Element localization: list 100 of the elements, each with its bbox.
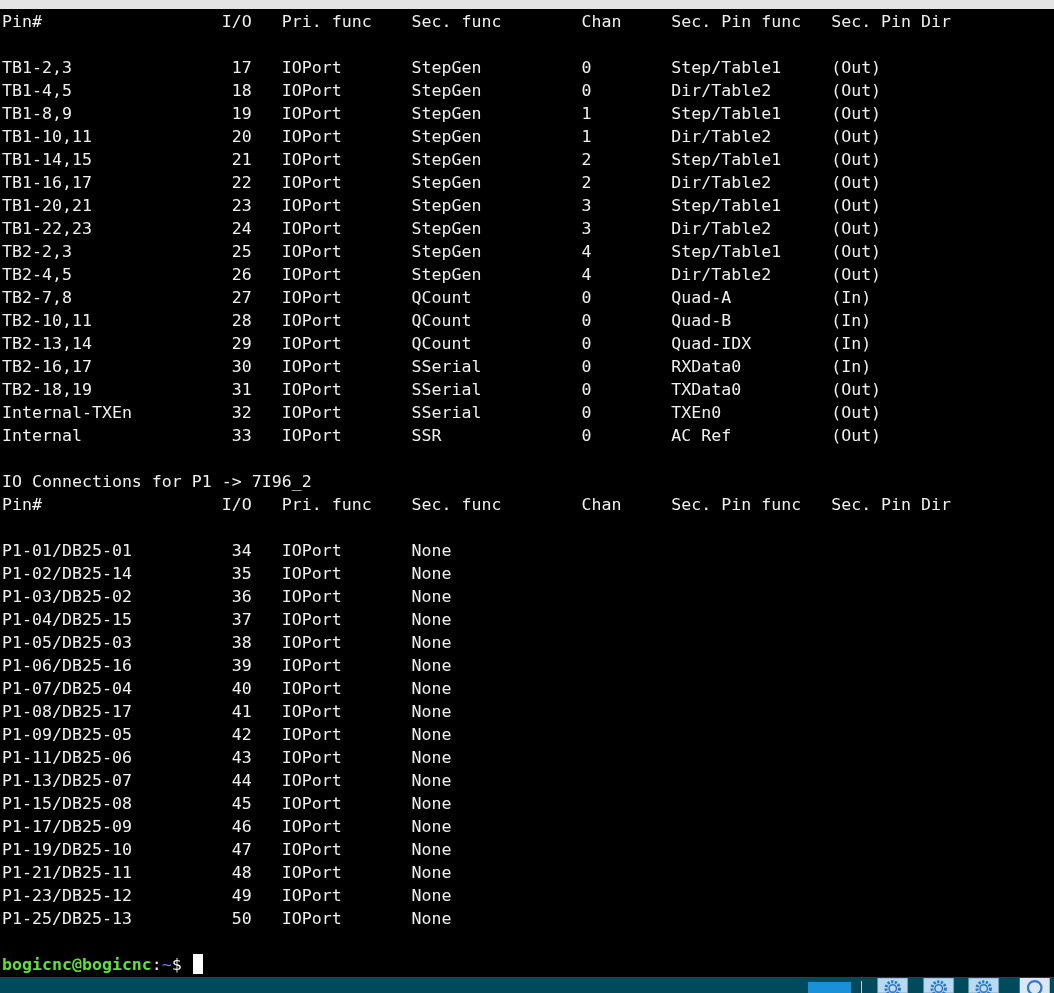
table-cell: None (411, 863, 452, 882)
table-cell: P1-17/DB25-09 (2, 817, 132, 836)
column-header: Sec. func (411, 12, 502, 31)
table-cell: IOPort (281, 771, 342, 790)
table-cell: Step/Table1 (671, 242, 782, 261)
table-cell: 27 (231, 288, 252, 307)
table-cell: 29 (231, 334, 252, 353)
table-cell: None (411, 633, 452, 652)
table-cell: Step/Table1 (671, 150, 782, 169)
table-cell: TB2-18,19 (2, 380, 92, 399)
table-cell: SSerial (411, 380, 482, 399)
table-cell: SSerial (411, 357, 482, 376)
table-cell: 35 (231, 564, 252, 583)
table-cell: IOPort (281, 656, 342, 675)
table-cell: 0 (581, 334, 592, 353)
table-cell: SSR (411, 426, 442, 445)
column-header: Pri. func (281, 495, 372, 514)
table-cell: 0 (581, 380, 592, 399)
table-cell: TB2-4,5 (2, 265, 72, 284)
table-cell: P1-25/DB25-13 (2, 909, 132, 928)
table-cell: (Out) (831, 426, 882, 445)
section-title: IO Connections for P1 -> 7I96_2 (2, 471, 312, 493)
table-cell: (In) (831, 311, 872, 330)
table-cell: IOPort (281, 127, 342, 146)
table-cell: 24 (231, 219, 252, 238)
table-cell: None (411, 794, 452, 813)
column-header: I/O (221, 495, 252, 514)
table-cell: None (411, 541, 452, 560)
table-cell: (Out) (831, 81, 882, 100)
table-cell: (Out) (831, 104, 882, 123)
table-cell: Dir/Table2 (671, 265, 772, 284)
table-cell: IOPort (281, 81, 342, 100)
table-cell: (Out) (831, 219, 882, 238)
table-cell: TXEn0 (671, 403, 722, 422)
table-cell: 34 (231, 541, 252, 560)
table-cell: None (411, 679, 452, 698)
table-cell: StepGen (411, 104, 482, 123)
table-cell: 17 (231, 58, 252, 77)
table-cell: 0 (581, 311, 592, 330)
table-cell: IOPort (281, 541, 342, 560)
table-cell: StepGen (411, 173, 482, 192)
prompt-user-host: bogicnc@bogicnc (2, 954, 152, 976)
table-cell: (Out) (831, 150, 882, 169)
table-cell: Step/Table1 (671, 104, 782, 123)
table-cell: 46 (231, 817, 252, 836)
table-cell: None (411, 771, 452, 790)
table-cell: 0 (581, 81, 592, 100)
table-cell: IOPort (281, 311, 342, 330)
table-cell: P1-02/DB25-14 (2, 564, 132, 583)
table-cell: None (411, 564, 452, 583)
table-cell: 40 (231, 679, 252, 698)
table-cell: StepGen (411, 58, 482, 77)
column-header: Pin# (2, 12, 42, 31)
table-cell: IOPort (281, 58, 342, 77)
table-cell: None (411, 886, 452, 905)
column-header: Sec. Pin func (671, 12, 802, 31)
table-cell: IOPort (281, 725, 342, 744)
table-cell: StepGen (411, 265, 482, 284)
table-cell: TB1-14,15 (2, 150, 92, 169)
table-cell: Quad-IDX (671, 334, 752, 353)
table-cell: None (411, 748, 452, 767)
column-header: Sec. func (411, 495, 502, 514)
taskbar-button[interactable] (808, 982, 852, 993)
table-cell: IOPort (281, 909, 342, 928)
table-cell: P1-06/DB25-16 (2, 656, 132, 675)
table-cell: 22 (231, 173, 252, 192)
table-cell: 0 (581, 288, 592, 307)
table-cell: Internal-TXEn (2, 403, 132, 422)
table-cell: IOPort (281, 633, 342, 652)
table-cell: P1-01/DB25-01 (2, 541, 132, 560)
table-cell: None (411, 610, 452, 629)
prompt-symbol: $ (171, 954, 182, 976)
table-cell: 4 (581, 265, 592, 284)
table-cell: IOPort (281, 104, 342, 123)
table-cell: TB1-8,9 (2, 104, 72, 123)
table-cell: StepGen (411, 242, 482, 261)
table-cell: P1-07/DB25-04 (2, 679, 132, 698)
table-cell: (In) (831, 288, 872, 307)
table-cell: None (411, 840, 452, 859)
table-cell: 32 (231, 403, 252, 422)
table-cell: StepGen (411, 196, 482, 215)
table-cell: 3 (581, 196, 592, 215)
prompt-path: ~ (161, 954, 172, 976)
table-cell: StepGen (411, 219, 482, 238)
table-cell: IOPort (281, 357, 342, 376)
table-cell: 2 (581, 173, 592, 192)
table-cell: (Out) (831, 127, 882, 146)
table-cell: TB2-2,3 (2, 242, 72, 261)
table-cell: P1-04/DB25-15 (2, 610, 132, 629)
table-cell: None (411, 702, 452, 721)
table-cell: 4 (581, 242, 592, 261)
column-header: I/O (221, 12, 252, 31)
table-cell: 2 (581, 150, 592, 169)
table-cell: Step/Table1 (671, 58, 782, 77)
table-cell: IOPort (281, 219, 342, 238)
table-cell: IOPort (281, 196, 342, 215)
table-cell: P1-13/DB25-07 (2, 771, 132, 790)
table-cell: Step/Table1 (671, 196, 782, 215)
table-cell: None (411, 725, 452, 744)
table-cell: P1-23/DB25-12 (2, 886, 132, 905)
